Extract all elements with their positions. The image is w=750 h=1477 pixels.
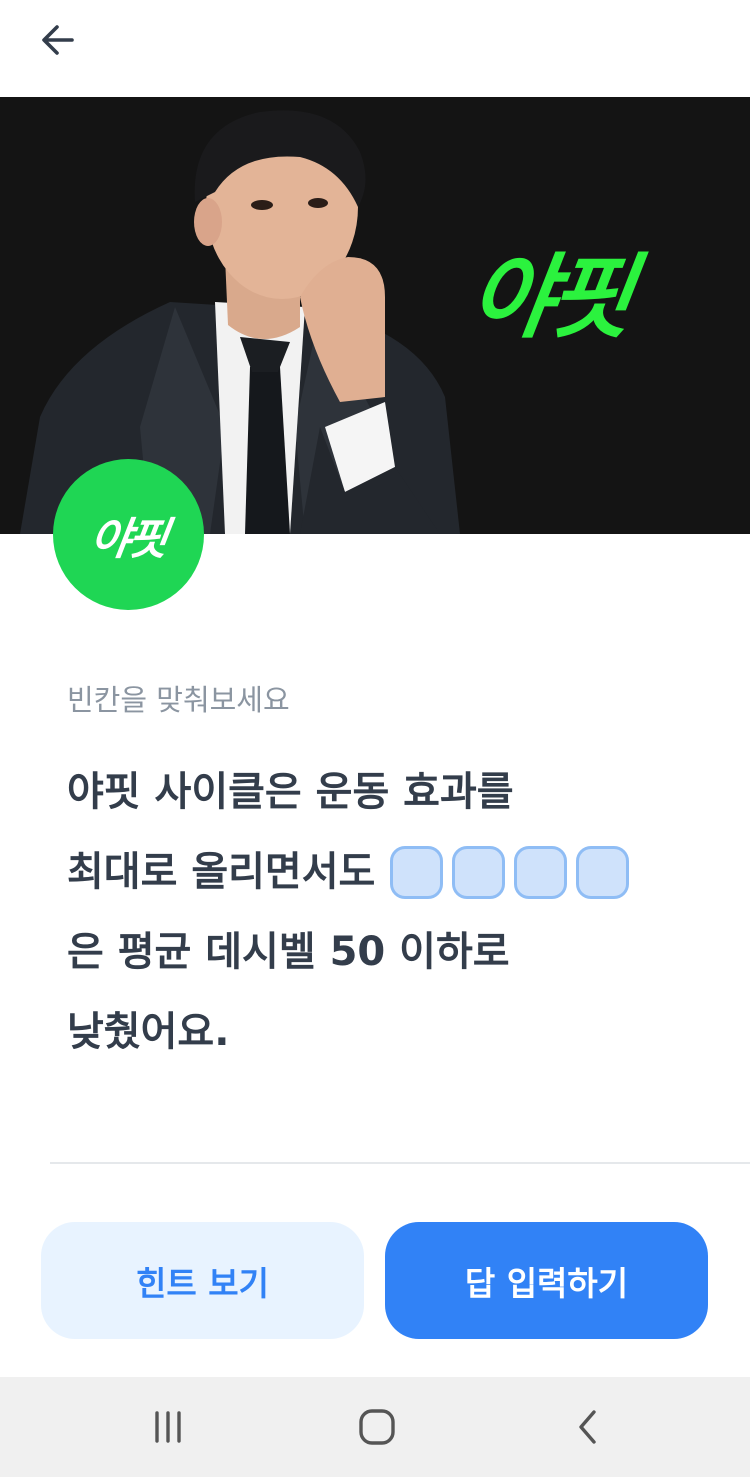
question-text-3: 은 평균 데시벨 50 이하로: [67, 929, 510, 975]
question-line-3: 은 평균 데시벨 50 이하로: [67, 912, 717, 992]
hint-button[interactable]: 힌트 보기: [41, 1222, 364, 1339]
arrow-left-icon: [42, 25, 74, 55]
divider: [50, 1162, 750, 1164]
back-chevron-icon: [579, 1410, 596, 1444]
system-back-button[interactable]: [558, 1399, 618, 1455]
recent-apps-icon: [155, 1411, 181, 1443]
enter-answer-button[interactable]: 답 입력하기: [385, 1222, 708, 1339]
answer-blank: [576, 845, 630, 899]
answer-blank: [514, 845, 568, 899]
quiz-question: 야핏 사이클은 운동 효과를 최대로 올리면서도 은 평균 데시벨 50 이하로…: [67, 752, 717, 1072]
question-text-4: 낮췄어요.: [67, 1009, 230, 1055]
avatar-logo: 야핏: [86, 513, 169, 565]
question-line-4: 낮췄어요.: [67, 992, 717, 1072]
back-button[interactable]: [28, 14, 88, 66]
top-bar: [0, 0, 750, 97]
recent-apps-button[interactable]: [138, 1399, 198, 1455]
question-text-1: 야핏 사이클은 운동 효과를: [67, 769, 514, 815]
answer-blanks: [375, 845, 630, 899]
brand-avatar: 야핏: [53, 459, 204, 610]
answer-blank: [452, 845, 506, 899]
model-photo: [20, 110, 460, 534]
hint-button-label: 힌트 보기: [136, 1263, 269, 1303]
home-button[interactable]: [347, 1399, 407, 1455]
enter-answer-button-label: 답 입력하기: [464, 1263, 629, 1303]
banner-logo: 야핏: [462, 244, 635, 351]
question-text-2: 최대로 올리면서도: [67, 849, 376, 895]
quiz-prompt: 빈칸을 맞춰보세요: [67, 683, 290, 717]
system-nav-bar: [0, 1377, 750, 1477]
answer-blank: [390, 845, 444, 899]
quiz-screen: 야핏 야핏 빈칸을 맞춰보세요 야핏 사이클은 운동 효과를 최대로 올리면서도…: [0, 0, 750, 1477]
question-line-1: 야핏 사이클은 운동 효과를: [67, 752, 717, 832]
question-line-2: 최대로 올리면서도: [67, 832, 717, 912]
home-icon: [359, 1409, 395, 1445]
